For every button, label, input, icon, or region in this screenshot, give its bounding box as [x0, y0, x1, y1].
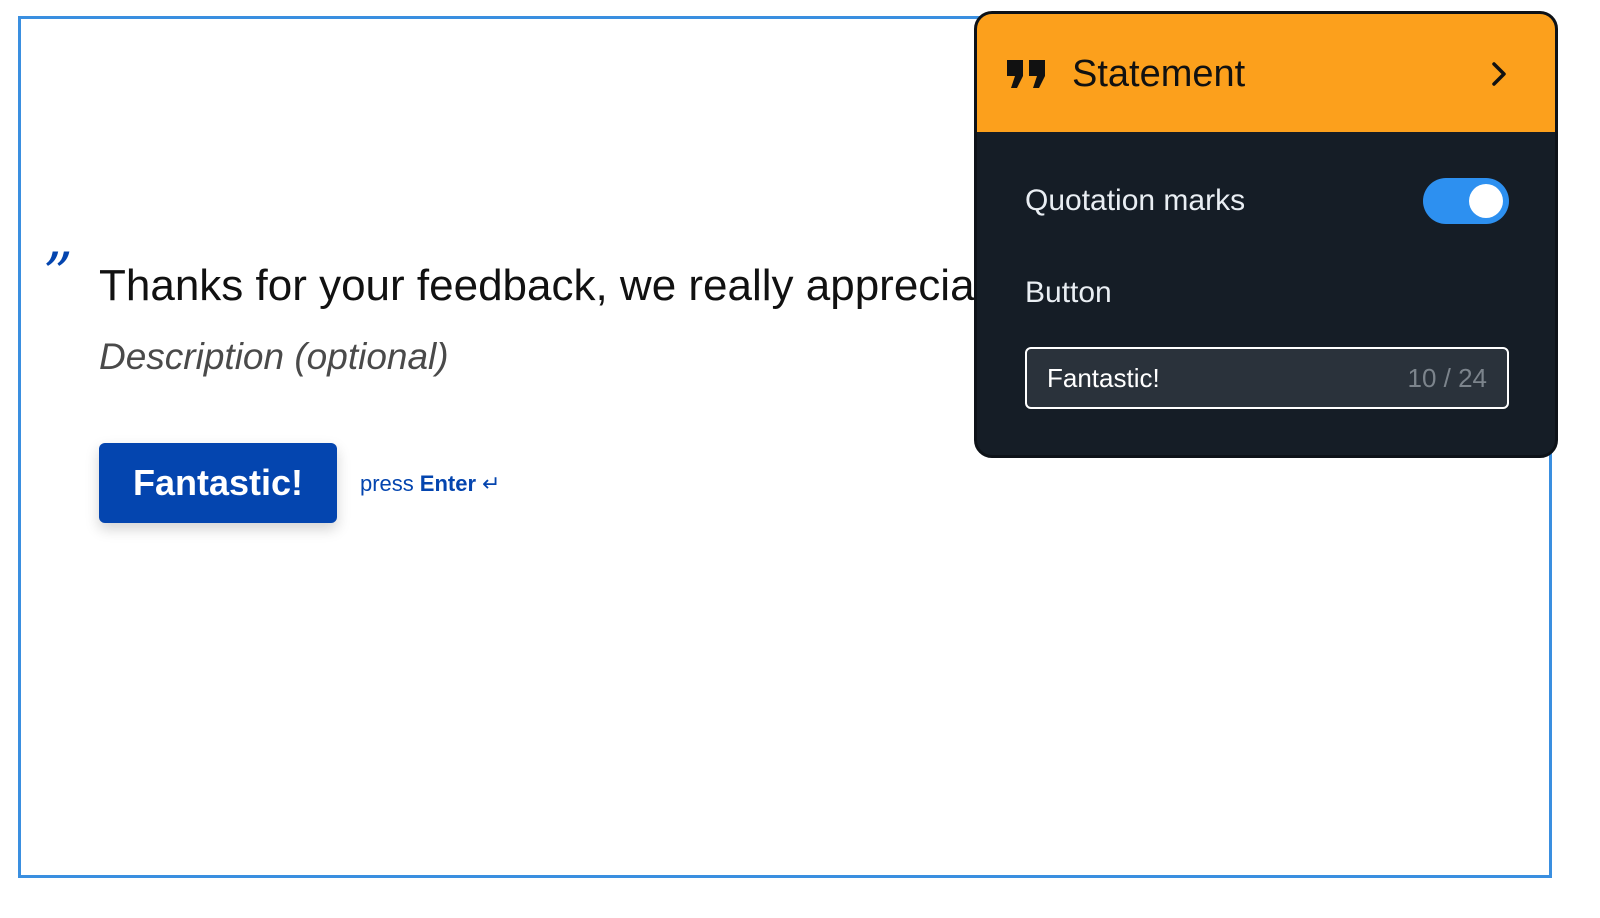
panel-header[interactable]: Statement	[977, 14, 1555, 132]
quotation-marks-label: Quotation marks	[1025, 184, 1246, 217]
enter-hint: press Enter ↵	[360, 471, 500, 497]
quotation-marks-toggle[interactable]	[1423, 178, 1509, 224]
enter-icon: ↵	[482, 471, 501, 496]
description-placeholder[interactable]: Description (optional)	[99, 335, 449, 379]
toggle-knob	[1469, 184, 1503, 218]
quotation-mark-icon: ”	[43, 240, 73, 308]
statement-title[interactable]: Thanks for your feedback, we really appr…	[99, 260, 1058, 312]
hint-key: Enter	[419, 471, 477, 496]
quote-icon	[1007, 60, 1045, 88]
fantastic-button[interactable]: Fantastic!	[99, 443, 337, 523]
button-label-value[interactable]: Fantastic!	[1047, 363, 1407, 394]
statement-settings-panel: Statement Quotation marks Button Fantast…	[974, 11, 1558, 458]
hint-prefix: press	[360, 471, 414, 496]
button-label-input[interactable]: Fantastic! 10 / 24	[1025, 347, 1509, 409]
button-section-label: Button	[1025, 276, 1112, 309]
character-counter: 10 / 24	[1407, 362, 1487, 393]
chevron-right-icon[interactable]	[1487, 60, 1511, 88]
panel-title: Statement	[1072, 53, 1246, 95]
